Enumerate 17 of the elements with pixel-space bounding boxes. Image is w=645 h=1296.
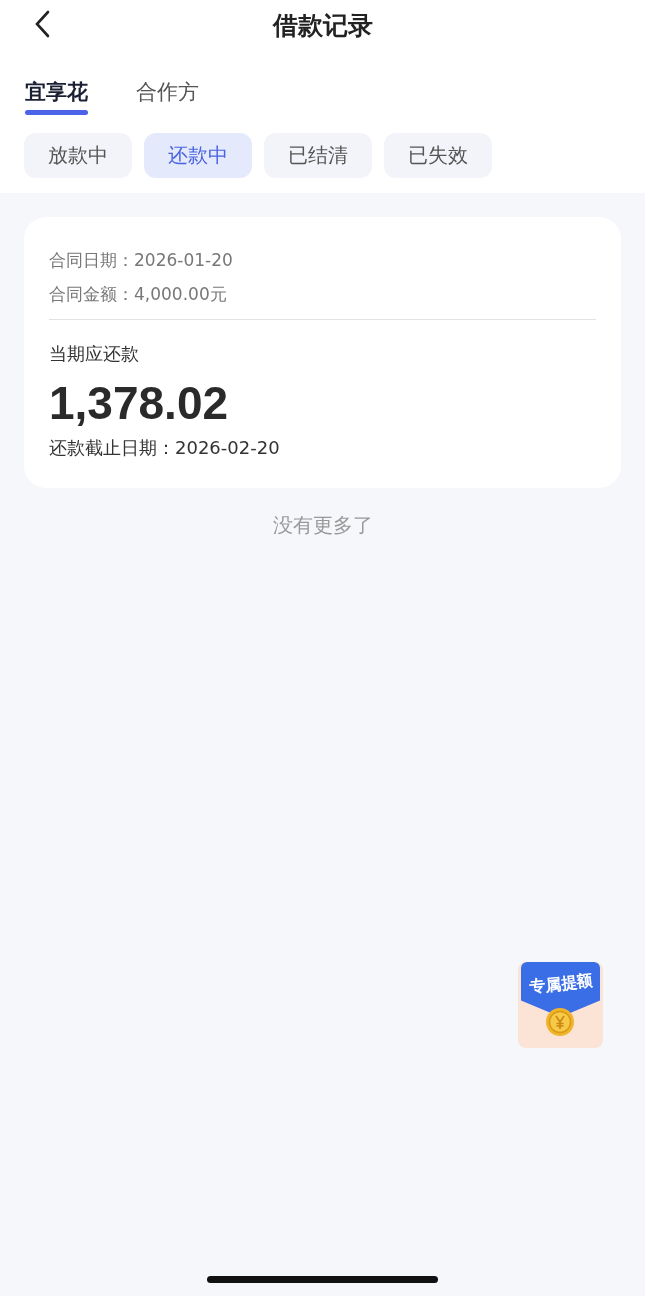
back-icon[interactable] [33, 10, 51, 38]
promo-badge[interactable]: 专属提额 [518, 962, 603, 1048]
filter-chip[interactable]: 放款中 [24, 133, 132, 178]
due-date: 还款截止日期：2026-02-20 [49, 436, 281, 460]
tab[interactable]: 宜享花 [25, 78, 88, 108]
page-title: 借款记录 [272, 9, 373, 42]
contract-date: 合同日期：2026-01-20 [49, 249, 234, 272]
due-label: 当期应还款 [49, 342, 140, 366]
filter-chip[interactable]: 已结清 [264, 133, 372, 178]
contract-amount: 合同金额：4,000.00元 [49, 283, 228, 306]
loan-card[interactable]: 合同日期：2026-01-20 合同金额：4,000.00元 当期应还款 1,378.02 还款截止日期：2026-02-20 [24, 217, 621, 488]
coin-icon [545, 1007, 575, 1037]
filter-chip[interactable]: 已失效 [384, 133, 492, 178]
filter-chip[interactable]: 还款中 [144, 133, 252, 178]
end-note: 没有更多了 [272, 513, 373, 537]
tab[interactable]: 合作方 [136, 78, 199, 108]
due-amount: 1,378.02 [49, 376, 230, 430]
